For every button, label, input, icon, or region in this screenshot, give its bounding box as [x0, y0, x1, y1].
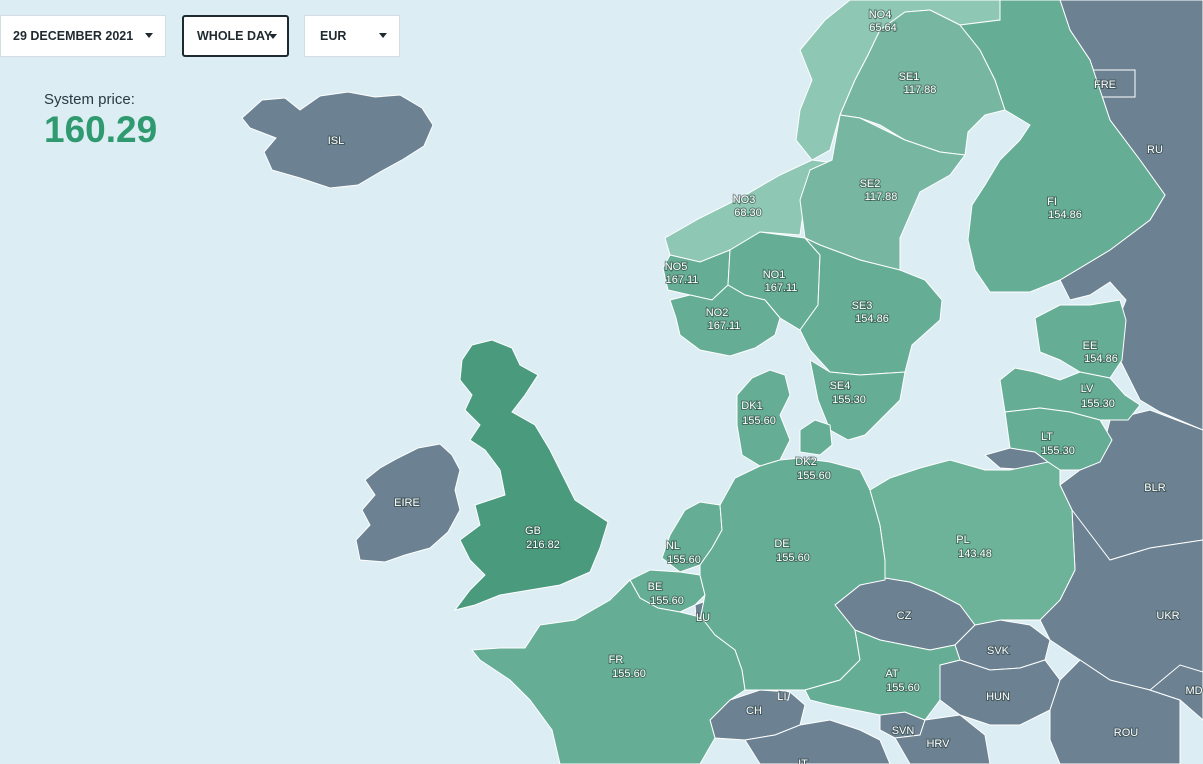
zone-lt-code: LT [1041, 431, 1053, 443]
zone-fr-code: FR [609, 654, 624, 666]
zone-nl-price: 155.60 [667, 554, 701, 566]
currency-dropdown[interactable]: EUR [304, 15, 400, 57]
zone-no5-code: NO5 [665, 261, 688, 273]
zone-ee-shape[interactable] [1034, 299, 1127, 379]
zone-pl-price: 143.48 [958, 548, 992, 560]
country-it-label[interactable]: IT [797, 757, 809, 764]
zone-nl-code: NL [666, 540, 680, 552]
country-fre-label[interactable]: FRE [1093, 78, 1117, 92]
zone-dk2-code: DK2 [795, 456, 816, 468]
date-dropdown-value: 29 DECEMBER 2021 [13, 29, 134, 43]
zone-lv-code: LV [1081, 383, 1094, 395]
zone-no4-code: NO4 [869, 9, 892, 21]
zone-dk2-shape[interactable] [799, 419, 833, 456]
zone-pl-code: PL [956, 534, 969, 546]
zone-se2-code: SE2 [860, 178, 881, 190]
zone-de-price: 155.60 [776, 552, 810, 564]
country-ch-label[interactable]: CH [745, 704, 763, 718]
zone-lv-price: 155.30 [1081, 398, 1115, 410]
zone-fr-price: 155.60 [612, 668, 646, 680]
zone-no3-code: NO3 [733, 194, 756, 206]
country-isl-label[interactable]: ISL [327, 134, 346, 148]
zone-se4-code: SE4 [830, 380, 851, 392]
zone-se1-code: SE1 [899, 71, 920, 83]
chevron-down-icon [145, 33, 153, 38]
bidding-zones [453, 0, 1166, 764]
period-dropdown-value: WHOLE DAY [197, 29, 273, 43]
country-eire-label[interactable]: EIRE [393, 496, 421, 510]
zone-se3-price: 154.86 [855, 313, 889, 325]
zone-be-code: BE [648, 581, 663, 593]
zone-no5-price: 167.11 [666, 274, 699, 286]
zone-fi-price: 154.86 [1048, 209, 1082, 221]
currency-dropdown-value: EUR [320, 29, 347, 43]
zone-se3-code: SE3 [852, 300, 873, 312]
zone-gb-price: 216.82 [526, 539, 560, 551]
zone-dk1-code: DK1 [741, 400, 762, 412]
system-price-value: 160.29 [44, 109, 158, 150]
system-price-panel: System price: 160.29 [44, 91, 157, 151]
zone-no4-price: 65.64 [869, 22, 897, 34]
date-dropdown[interactable]: 29 DECEMBER 2021 [0, 15, 166, 57]
zone-no3-price: 68.30 [734, 207, 762, 219]
zone-no2-price: 167.11 [708, 320, 741, 332]
zone-se1-price: 117.88 [904, 84, 937, 96]
country-blr-label[interactable]: BLR [1143, 481, 1166, 495]
zone-gb-code: GB [525, 525, 541, 537]
zone-no1-code: NO1 [763, 269, 786, 281]
period-dropdown[interactable]: WHOLE DAY [182, 15, 289, 57]
zone-dk1-price: 155.60 [742, 415, 776, 427]
price-map[interactable]: NO465.64 SE1117.88 SE2117.88 NO368.30 NO… [0, 0, 1203, 764]
zone-ee-code: EE [1083, 340, 1098, 352]
zone-se2-price: 117.88 [865, 191, 898, 203]
zone-no1-price: 167.11 [765, 282, 798, 294]
chevron-down-icon [379, 33, 387, 38]
zone-ee-price: 154.86 [1084, 353, 1118, 365]
country-hrv-label[interactable]: HRV [925, 737, 951, 751]
system-price-label: System price: [44, 91, 135, 108]
country-md-label[interactable]: MD [1184, 684, 1203, 698]
zone-at-code: AT [885, 668, 899, 680]
zone-no2-code: NO2 [706, 307, 729, 319]
zone-be-price: 155.60 [650, 595, 684, 607]
country-ru-label[interactable]: RU [1146, 143, 1164, 157]
zone-gb-shape[interactable] [453, 339, 609, 611]
country-rou-label[interactable]: ROU [1113, 726, 1140, 740]
country-svn-label[interactable]: SVN [891, 724, 916, 738]
country-li-label[interactable]: LI [776, 690, 787, 704]
zone-lt-price: 155.30 [1041, 445, 1075, 457]
zone-se4-price: 155.30 [832, 394, 866, 406]
zone-fi-code: FI [1047, 196, 1057, 208]
zone-at-price: 155.60 [886, 682, 920, 694]
zone-de-code: DE [774, 538, 789, 550]
country-hun-label[interactable]: HUN [985, 690, 1011, 704]
country-cz-label[interactable]: CZ [896, 609, 913, 623]
zone-dk2-price: 155.60 [797, 470, 831, 482]
country-svk-label[interactable]: SVK [986, 644, 1011, 658]
country-lu-label[interactable]: LU [695, 611, 711, 625]
chevron-down-icon [269, 34, 277, 39]
country-ukr-label[interactable]: UKR [1155, 609, 1180, 623]
